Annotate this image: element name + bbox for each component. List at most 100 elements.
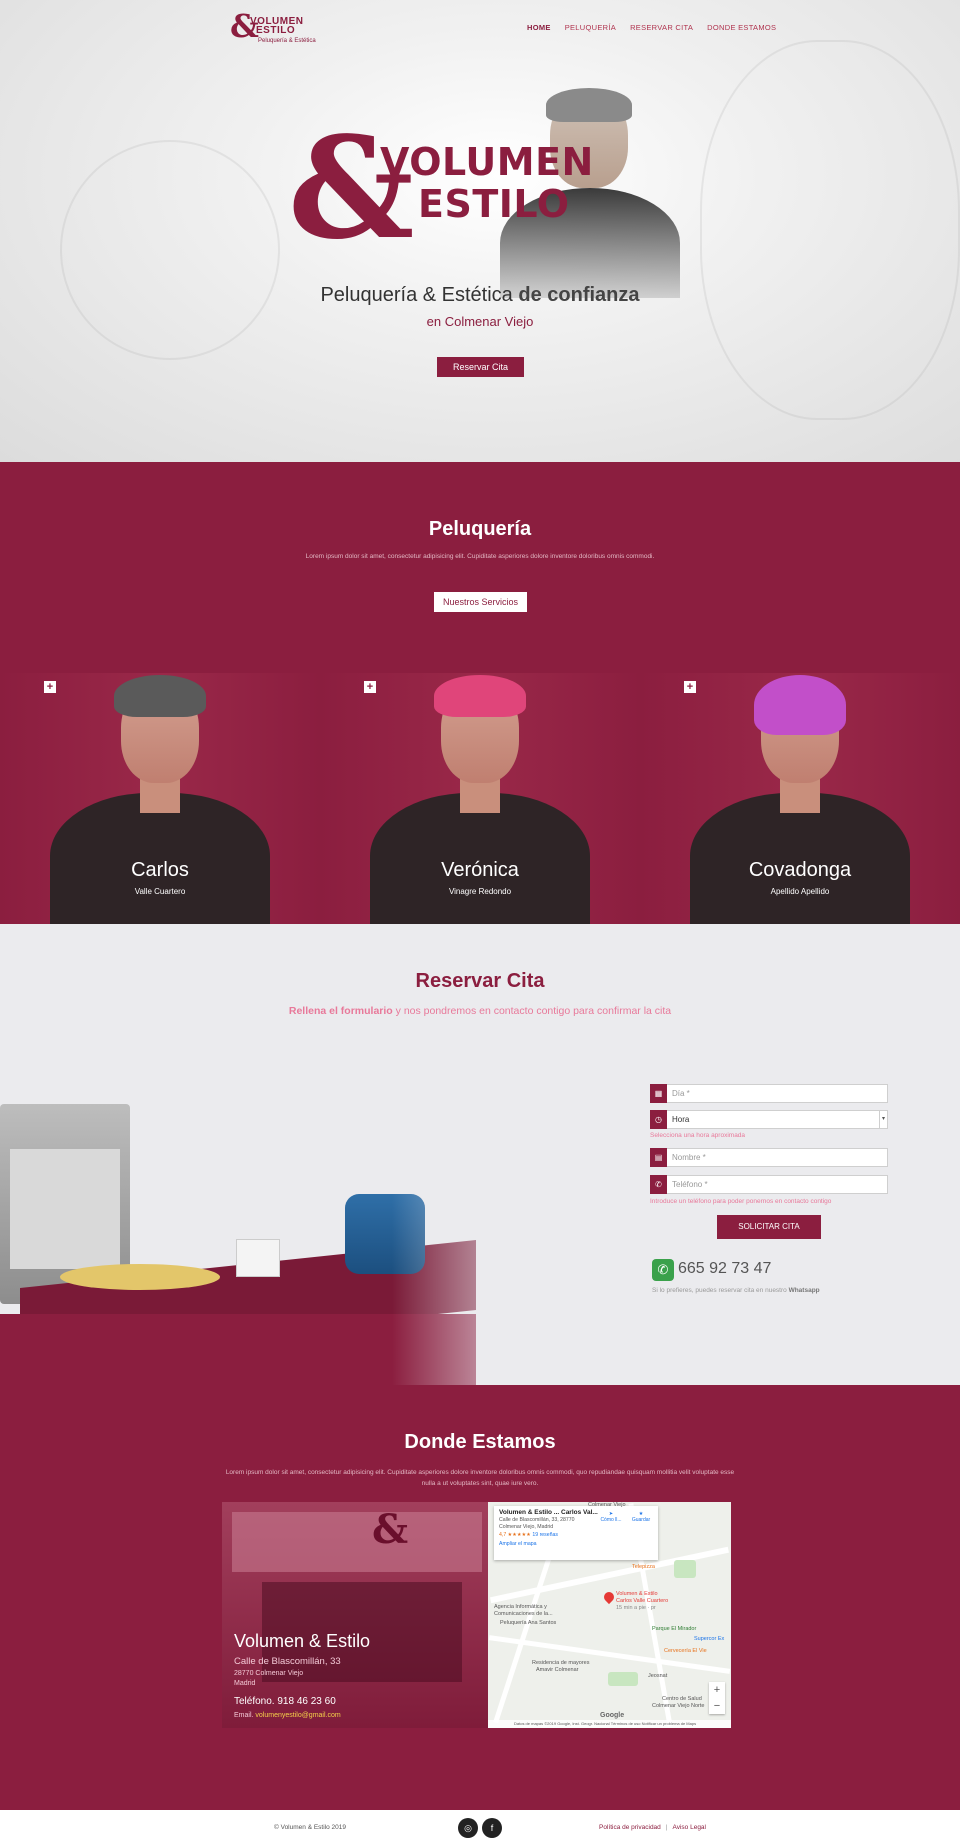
hora-select[interactable]: Hora ▾ [667, 1110, 888, 1129]
member-surname: Apellido Apellido [770, 887, 830, 896]
clock-icon: ◷ [650, 1110, 667, 1129]
nav-item-peluqueria[interactable]: PELUQUERÍA [565, 23, 616, 32]
member-surname: Vinagre Redondo [448, 887, 512, 896]
nuestros-servicios-button[interactable]: Nuestros Servicios [434, 592, 527, 612]
plus-icon[interactable]: + [364, 681, 376, 693]
map-park [674, 1560, 696, 1578]
instagram-icon[interactable]: ◎ [458, 1818, 478, 1838]
nav-item-reservar-cita[interactable]: RESERVAR CITA [630, 23, 693, 32]
member-name: Covadonga [748, 859, 852, 881]
donde-description: Lorem ipsum dolor sit amet, consectetur … [225, 1469, 735, 1487]
map-pin-label-3: 15 min a pie · pr [616, 1605, 656, 1611]
google-map[interactable]: Volumen & Estilo ... Carlos Val... Calle… [488, 1502, 731, 1728]
calendar-icon: ▦ [650, 1084, 667, 1103]
map-pin-icon[interactable] [601, 1589, 617, 1605]
shop-province: Madrid [234, 1680, 256, 1687]
privacy-policy-link[interactable]: Política de privacidad [599, 1824, 661, 1831]
zoom-in-button[interactable]: + [709, 1682, 725, 1698]
map-zoom-control[interactable]: + − [709, 1682, 725, 1714]
salon-photo [0, 1074, 560, 1385]
site-footer: © Volumen & Estilo 2019 ◎ f Política de … [0, 1810, 960, 1846]
map-place-label: Parque El Mirador [652, 1626, 697, 1632]
whatsapp-note-prefix: Si lo prefieres, puedes reservar cita en… [652, 1287, 789, 1294]
reservar-subtitle: Rellena el formulario y nos pondremos en… [0, 1005, 960, 1017]
photo-fade [0, 1074, 560, 1385]
nav-item-donde-estamos[interactable]: DONDE ESTAMOS [707, 23, 776, 32]
shop-phone[interactable]: Teléfono. 918 46 23 60 [234, 1696, 370, 1707]
whatsapp-note: Si lo prefieres, puedes reservar cita en… [652, 1287, 820, 1294]
footer-separator: | [665, 1824, 668, 1831]
telefono-hint: Introduce un teléfono para poder ponerno… [650, 1198, 832, 1205]
facebook-icon[interactable]: f [482, 1818, 502, 1838]
reservar-cita-button[interactable]: Reservar Cita [437, 357, 524, 377]
id-card-icon: ▤ [650, 1148, 667, 1167]
hero-logo-line1: VOLUMEN [380, 140, 594, 184]
nav-logo[interactable]: & VOLUMEN ESTILO Peluquería & Estética [230, 10, 316, 46]
map-place-label: Centro de Salud [662, 1696, 702, 1702]
map-place-label: Jeosnat [648, 1673, 668, 1679]
zoom-out-button[interactable]: − [709, 1698, 725, 1714]
shop-email-link[interactable]: volumenyestilo@gmail.com [255, 1712, 340, 1719]
map-directions-button[interactable]: ➤ Cómo ll... [598, 1511, 624, 1523]
team-member-covadonga[interactable]: + Covadonga Apellido Apellido [640, 673, 960, 924]
member-surname: Valle Cuartero [134, 887, 186, 896]
dia-field-row: ▦ Día * [650, 1084, 888, 1103]
nav-item-home[interactable]: HOME [527, 23, 551, 32]
copyright: © Volumen & Estilo 2019 [274, 1824, 346, 1831]
solicitar-cita-button[interactable]: SOLICITAR CITA [717, 1215, 821, 1239]
hora-field-row: ◷ Hora ▾ [650, 1110, 888, 1129]
chevron-down-icon: ▾ [879, 1111, 887, 1128]
portrait-hair [546, 88, 632, 122]
member-hair [114, 675, 206, 717]
map-pin-label: Volumen & Estilo Carlos Valle Cuartero 15 … [616, 1591, 668, 1612]
shop-city: 28770 Colmenar Viejo [234, 1670, 304, 1677]
map-place-label: Amavir Colmenar [536, 1667, 579, 1673]
reservar-section: Reservar Cita Rellena el formulario y no… [0, 924, 960, 1385]
shop-sign [232, 1512, 482, 1572]
hero-logo: & VOLUMEN ESTILO [288, 119, 593, 263]
map-place-label: Supercor Ex [694, 1636, 725, 1642]
map-place-label: Colmenar Viejo Norte [652, 1703, 705, 1709]
peluqueria-description: Lorem ipsum dolor sit amet, consectetur … [305, 553, 655, 560]
map-save-button[interactable]: ★ Guardar [628, 1511, 654, 1523]
whatsapp-phone[interactable]: 665 92 73 47 [678, 1260, 771, 1278]
map-card-enlarge-link[interactable]: Ampliar el mapa [499, 1541, 653, 1547]
dia-input[interactable]: Día * [667, 1084, 888, 1103]
plus-icon[interactable]: + [44, 681, 56, 693]
telefono-field-row: ✆ Teléfono * [650, 1175, 888, 1194]
map-save-label: Guardar [631, 1517, 651, 1523]
nombre-input[interactable]: Nombre * [667, 1148, 888, 1167]
peluqueria-title: Peluquería [428, 518, 532, 540]
hero-logo-line2: ESTILO [418, 182, 570, 226]
reservar-subtitle-rest: y nos pondremos en contacto contigo para… [392, 1005, 672, 1017]
member-name: Verónica [441, 859, 519, 881]
hero-title-strong: Peluquería & Estética [320, 284, 513, 306]
map-card-reviews[interactable]: 19 reseñas [532, 1532, 558, 1538]
team-member-veronica[interactable]: + Verónica Vinagre Redondo [320, 673, 640, 924]
google-logo: Google [600, 1712, 625, 1719]
map-park [608, 1672, 638, 1686]
reservar-subtitle-strong: Rellena el formulario [288, 1005, 393, 1017]
hora-hint: Selecciona una hora aproximada [650, 1132, 746, 1139]
map-directions-label: Cómo ll... [600, 1517, 622, 1523]
logo-tagline: Peluquería & Estética [258, 38, 316, 44]
main-nav: HOME PELUQUERÍA RESERVAR CITA DONDE ESTA… [527, 23, 776, 32]
decorative-face-silhouette [700, 40, 960, 420]
plus-icon[interactable]: + [684, 681, 696, 693]
map-card-stars: 4,7 ★★★★★ [499, 1532, 531, 1538]
hora-select-value: Hora [672, 1115, 690, 1124]
telefono-input[interactable]: Teléfono * [667, 1175, 888, 1194]
map-place-label: Agencia Informática y [494, 1604, 547, 1610]
shop-info: Volumen & Estilo Calle de Blascomillán, … [234, 1631, 370, 1719]
map-footer: Datos de mapas ©2019 Google, Inst. Geogr… [488, 1720, 731, 1728]
legal-notice-link[interactable]: Aviso Legal [673, 1824, 707, 1831]
peluqueria-section: Peluquería Lorem ipsum dolor sit amet, c… [0, 462, 960, 924]
member-name: Carlos [131, 859, 189, 881]
map-info-card: Volumen & Estilo ... Carlos Val... Calle… [494, 1506, 658, 1560]
whatsapp-icon[interactable]: ✆ [652, 1259, 674, 1281]
hero-title: Peluquería & Estética de confianza [0, 284, 960, 307]
map-place-label: Cervecería El Vie [664, 1648, 707, 1654]
shop-email: Email. volumenyestilo@gmail.com [234, 1712, 370, 1719]
team-member-carlos[interactable]: + Carlos Valle Cuartero [0, 673, 320, 924]
shop-sign-ampersand: & [372, 1506, 409, 1553]
